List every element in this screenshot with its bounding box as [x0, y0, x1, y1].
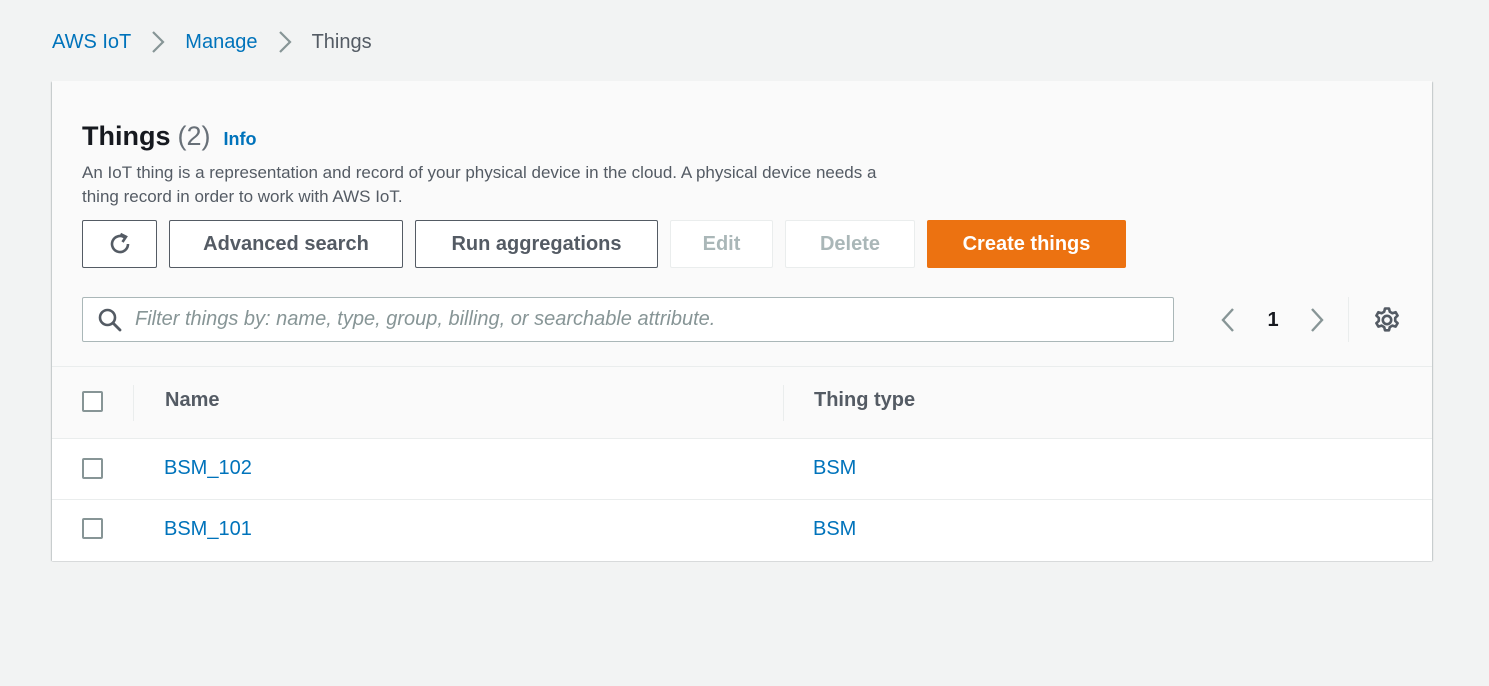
breadcrumb-aws-iot[interactable]: AWS IoT [52, 31, 131, 54]
thing-name-link[interactable]: BSM_102 [164, 457, 252, 480]
delete-button[interactable]: Delete [785, 220, 915, 268]
column-divider [783, 385, 784, 421]
thing-type-link[interactable]: BSM [813, 457, 856, 480]
refresh-icon [107, 231, 133, 257]
next-page-button[interactable] [1306, 306, 1328, 334]
chevron-right-icon [278, 28, 292, 56]
run-aggregations-button[interactable]: Run aggregations [415, 220, 658, 268]
page-number-button[interactable]: 1 [1260, 306, 1286, 334]
row-checkbox[interactable] [82, 458, 103, 479]
column-header-thing-type[interactable]: Thing type [814, 389, 915, 412]
page-title: Things [82, 121, 171, 151]
thing-type-link[interactable]: BSM [813, 518, 856, 541]
gear-icon [1373, 306, 1401, 334]
breadcrumb: AWS IoT Manage Things [52, 28, 372, 56]
table-row: BSM_102 BSM [52, 439, 1432, 500]
things-count: (2) [177, 121, 211, 151]
column-divider [133, 385, 134, 421]
panel-header: Things (2) Info An IoT thing is a repres… [52, 81, 1432, 366]
table-row: BSM_101 BSM [52, 500, 1432, 561]
previous-page-button[interactable] [1217, 306, 1239, 334]
breadcrumb-manage[interactable]: Manage [185, 31, 257, 54]
search-icon [97, 307, 123, 333]
breadcrumb-things: Things [311, 30, 372, 53]
filter-box [82, 297, 1174, 342]
title-row: Things (2) Info [82, 121, 257, 152]
info-link[interactable]: Info [224, 129, 257, 150]
things-panel: Things (2) Info An IoT thing is a repres… [52, 81, 1432, 561]
refresh-button[interactable] [82, 220, 157, 268]
advanced-search-button[interactable]: Advanced search [169, 220, 403, 268]
edit-button[interactable]: Edit [670, 220, 773, 268]
settings-button[interactable] [1372, 305, 1402, 335]
row-checkbox[interactable] [82, 518, 103, 539]
thing-name-link[interactable]: BSM_101 [164, 518, 252, 541]
column-header-name[interactable]: Name [165, 389, 219, 412]
page-description: An IoT thing is a representation and rec… [82, 163, 877, 206]
create-things-button[interactable]: Create things [927, 220, 1126, 268]
select-all-checkbox[interactable] [82, 391, 103, 412]
divider [1348, 297, 1349, 342]
chevron-right-icon [151, 28, 165, 56]
filter-input[interactable] [135, 299, 1155, 340]
table-header: Name Thing type [52, 366, 1432, 439]
